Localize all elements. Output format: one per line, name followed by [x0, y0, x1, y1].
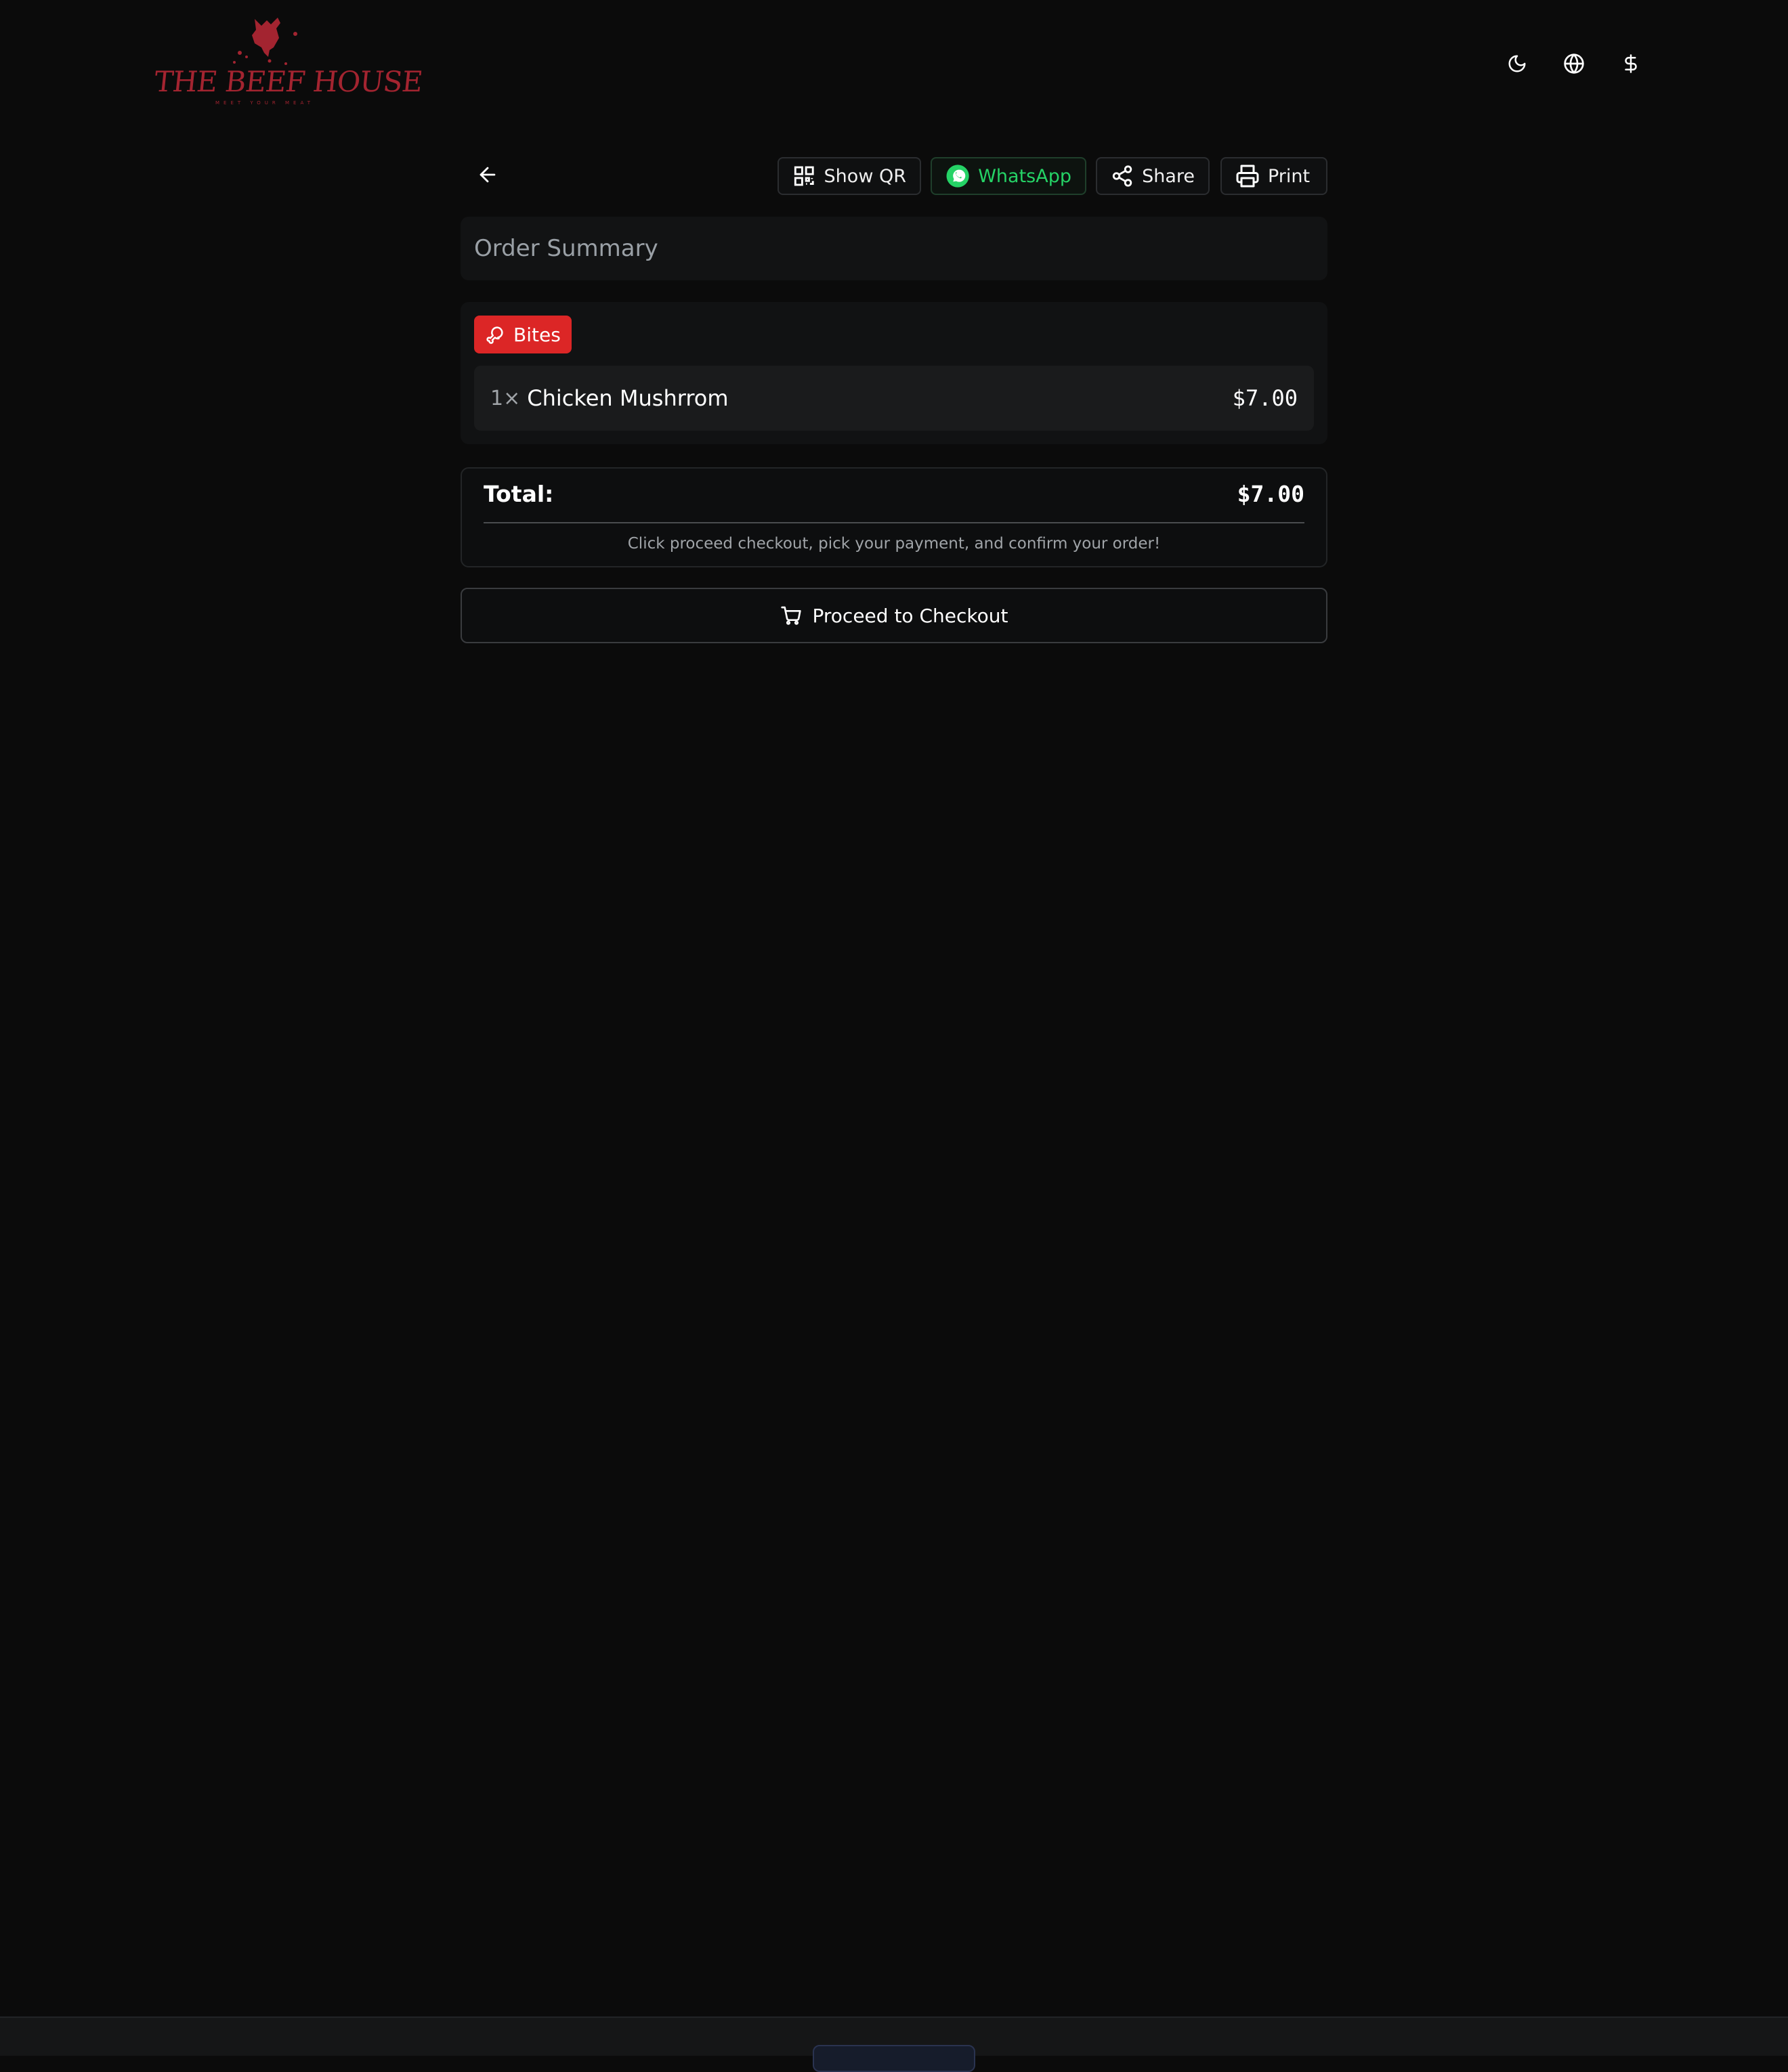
order-item-row: 1× Chicken Mushrrom $7.00: [474, 366, 1314, 431]
bottom-bar: [0, 2016, 1788, 2072]
item-price: $7.00: [1232, 385, 1298, 411]
arrow-left-icon: [480, 167, 496, 183]
proceed-checkout-button[interactable]: Proceed to Checkout: [461, 588, 1327, 643]
logo-text: THE BEEF HOUSE: [152, 65, 424, 98]
category-group: Bites 1× Chicken Mushrrom $7.00: [461, 302, 1327, 444]
drumstick-icon: [486, 326, 503, 344]
total-divider: [484, 522, 1304, 523]
theme-toggle-button[interactable]: [1504, 50, 1531, 77]
whatsapp-button[interactable]: WhatsApp: [931, 157, 1086, 195]
dollar-icon: [1625, 54, 1637, 73]
item-name: Chicken Mushrrom: [527, 385, 729, 411]
printer-icon: [1236, 165, 1259, 188]
brand-logo[interactable]: THE BEEF HOUSE MEET YOUR MEAT: [152, 14, 424, 108]
share-label: Share: [1142, 165, 1195, 187]
currency-button[interactable]: [1617, 50, 1644, 77]
moon-icon: [1508, 55, 1526, 72]
print-button[interactable]: Print: [1220, 157, 1327, 195]
show-qr-button[interactable]: Show QR: [778, 157, 921, 195]
logo-tagline: MEET YOUR MEAT: [215, 100, 314, 106]
share-button[interactable]: Share: [1096, 157, 1210, 195]
share-icon: [1112, 165, 1132, 187]
checkout-label: Proceed to Checkout: [812, 604, 1008, 627]
globe-icon: [1564, 53, 1584, 74]
total-value: $7.00: [1237, 481, 1304, 507]
bottom-nav-button[interactable]: [813, 2045, 975, 2072]
cart-icon: [780, 606, 801, 625]
back-button[interactable]: [473, 160, 503, 190]
bull-logo-icon: [233, 18, 297, 65]
total-card: Total: $7.00 Click proceed checkout, pic…: [461, 467, 1327, 567]
checkout-hint: Click proceed checkout, pick your paymen…: [627, 535, 1161, 553]
page-title: Order Summary: [474, 235, 658, 262]
qr-code-icon: [794, 166, 814, 186]
language-button[interactable]: [1560, 50, 1588, 77]
whatsapp-label: WhatsApp: [978, 165, 1071, 187]
category-name: Bites: [513, 323, 561, 346]
order-summary-header: Order Summary: [461, 217, 1327, 280]
item-quantity: 1×: [490, 386, 521, 410]
print-label: Print: [1268, 165, 1311, 187]
total-label: Total:: [484, 481, 554, 507]
show-qr-label: Show QR: [824, 165, 906, 187]
whatsapp-icon: [946, 165, 969, 188]
category-badge: Bites: [474, 316, 572, 353]
